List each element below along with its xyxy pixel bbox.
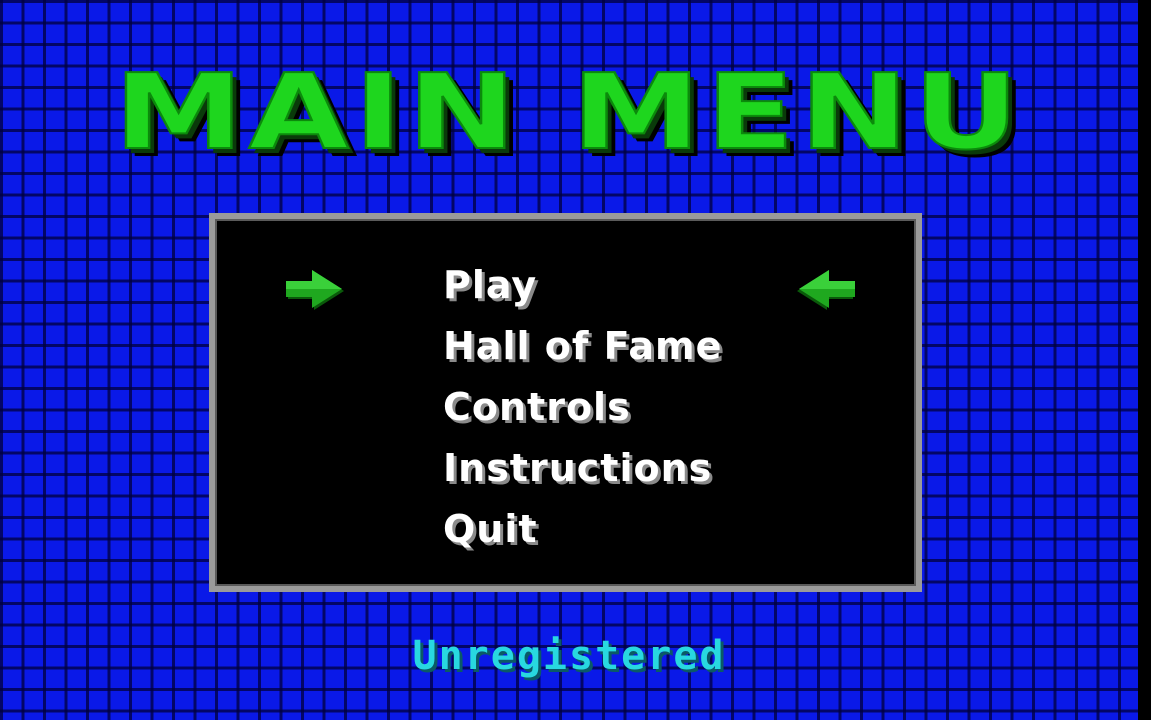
game-screen: MAIN MENU Play Hall of Fame Controls Ins… <box>0 0 1138 720</box>
menu-list: Play Hall of Fame Controls Instructions … <box>443 255 722 560</box>
page-title: MAIN MENU <box>113 51 1024 173</box>
menu-item-play[interactable]: Play <box>443 255 722 316</box>
menu-item-hall-of-fame[interactable]: Hall of Fame <box>443 316 722 377</box>
main-menu-panel: Play Hall of Fame Controls Instructions … <box>209 213 922 592</box>
arrow-right-icon <box>286 270 344 310</box>
menu-item-quit[interactable]: Quit <box>443 499 722 560</box>
screen-edge <box>1138 0 1151 720</box>
menu-item-controls[interactable]: Controls <box>443 377 722 438</box>
arrow-left-icon <box>797 270 855 310</box>
registration-status: Unregistered <box>412 633 726 679</box>
menu-item-instructions[interactable]: Instructions <box>443 438 722 499</box>
